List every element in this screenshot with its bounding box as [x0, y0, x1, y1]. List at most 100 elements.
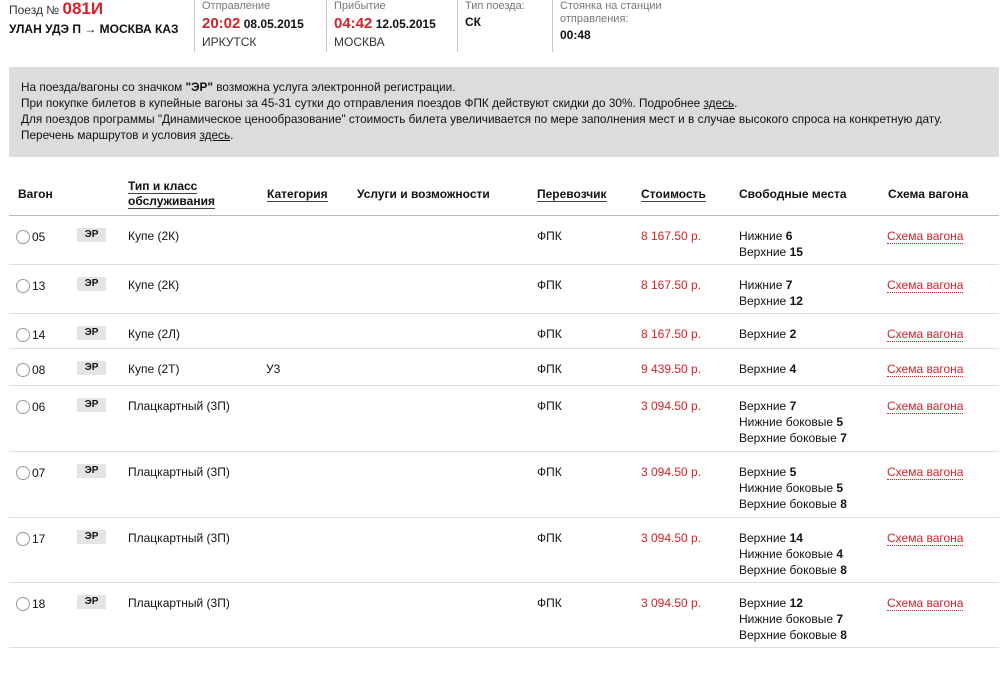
car-number: 07: [32, 466, 46, 480]
seat-line: Верхние 7: [739, 399, 797, 413]
car-scheme-link[interactable]: Схема вагона: [887, 399, 964, 414]
car-type: Купе (2К): [128, 229, 180, 243]
arrival-label: Прибытие: [334, 0, 386, 12]
train-info: Поезд № 081И УЛАН УДЭ П → МОСКВА КАЗ: [9, 0, 189, 52]
info-line-discount: При покупке билетов в купейные вагоны за…: [21, 96, 738, 110]
train-type-label: Тип поезда:: [465, 0, 525, 12]
car-scheme-cell: Схема вагона: [887, 595, 964, 611]
car-scheme-link[interactable]: Схема вагона: [887, 278, 964, 293]
info-line-er: На поезда/вагоны со значком "ЭР" возможн…: [21, 80, 456, 94]
free-seats: Верхние 4: [739, 361, 796, 377]
er-badge: ЭР: [77, 464, 106, 478]
table-row[interactable]: 08 ЭР Купе (2Т) У3 ФПК 9 439.50 р. Верхние 4 Сх…: [9, 349, 999, 386]
car-carrier: ФПК: [537, 531, 562, 545]
car-select-radio[interactable]: [16, 230, 30, 244]
car-number: 18: [32, 597, 46, 611]
seat-line: Нижние боковые 5: [739, 415, 844, 429]
car-number: 06: [32, 400, 46, 414]
car-scheme-cell: Схема вагона: [887, 277, 964, 293]
car-scheme-cell: Схема вагона: [887, 361, 964, 377]
car-carrier: ФПК: [537, 596, 562, 610]
er-badge: ЭР: [77, 595, 106, 609]
er-badge: ЭР: [77, 277, 106, 291]
car-carrier: ФПК: [537, 278, 562, 292]
car-price: 8 167.50 р.: [641, 327, 702, 341]
stop-info: Стоянка на станции отправления: 00:48: [552, 0, 682, 52]
train-number: 081И: [62, 0, 104, 18]
car-scheme-link[interactable]: Схема вагона: [887, 465, 964, 480]
col-services: Услуги и возможности: [357, 187, 490, 201]
departure-city: ИРКУТСК: [202, 35, 257, 49]
car-price: 3 094.50 р.: [641, 531, 702, 545]
seat-line: Нижние 7: [739, 278, 793, 292]
seat-line: Нижние боковые 5: [739, 481, 844, 495]
car-type: Плацкартный (3П): [128, 465, 230, 479]
col-type[interactable]: Тип и класс обслуживания: [128, 179, 215, 209]
table-row[interactable]: 17 ЭР Плацкартный (3П) ФПК 3 094.50 р. Верхни…: [9, 518, 999, 583]
car-number: 17: [32, 532, 46, 546]
departure-info: Отправление 20:02 08.05.2015 ИРКУТСК: [194, 0, 320, 52]
train-header: Поезд № 081И УЛАН УДЭ П → МОСКВА КАЗ Отп…: [0, 0, 1008, 56]
car-scheme-cell: Схема вагона: [887, 228, 964, 244]
seat-line: Верхние 2: [739, 327, 797, 341]
car-price: 3 094.50 р.: [641, 596, 702, 610]
free-seats: Верхние 7 Нижние боковые 5 Верхние боковые…: [739, 398, 847, 446]
car-scheme-link[interactable]: Схема вагона: [887, 229, 964, 244]
seat-line: Верхние 12: [739, 294, 803, 308]
col-price[interactable]: Стоимость: [641, 187, 706, 202]
table-row[interactable]: 13 ЭР Купе (2К) ФПК 8 167.50 р. Нижние 7 Верхн…: [9, 265, 999, 314]
info-line-routes: Перечень маршрутов и условия здесь.: [21, 128, 234, 142]
arrival-city: МОСКВА: [334, 35, 385, 49]
table-row[interactable]: 07 ЭР Плацкартный (3П) ФПК 3 094.50 р. Верхни…: [9, 452, 999, 518]
car-type: Купе (2Т): [128, 362, 180, 376]
car-select-radio[interactable]: [16, 279, 30, 293]
er-badge: ЭР: [77, 326, 106, 340]
cars-table: Вагон Тип и класс обслуживания Категория…: [9, 168, 999, 648]
free-seats: Верхние 12 Нижние боковые 7 Верхние боковы…: [739, 595, 847, 643]
routes-conditions-link[interactable]: здесь: [199, 128, 230, 142]
col-carrier[interactable]: Перевозчик: [537, 187, 607, 202]
car-select-radio[interactable]: [16, 328, 30, 342]
car-scheme-link[interactable]: Схема вагона: [887, 362, 964, 377]
free-seats: Нижние 7 Верхние 12: [739, 277, 803, 309]
car-select-radio[interactable]: [16, 597, 30, 611]
car-scheme-link[interactable]: Схема вагона: [887, 327, 964, 342]
car-scheme-link[interactable]: Схема вагона: [887, 531, 964, 546]
departure-date: 08.05.2015: [243, 17, 304, 31]
departure-time: 20:02: [202, 15, 241, 32]
er-badge: ЭР: [77, 228, 106, 242]
table-row[interactable]: 06 ЭР Плацкартный (3П) ФПК 3 094.50 р. Верхни…: [9, 386, 999, 452]
seat-line: Верхние боковые 8: [739, 563, 847, 577]
car-price: 3 094.50 р.: [641, 465, 702, 479]
discount-details-link[interactable]: здесь: [704, 96, 735, 110]
car-number: 08: [32, 363, 46, 377]
car-type: Плацкартный (3П): [128, 399, 230, 413]
table-row[interactable]: 05 ЭР Купе (2К) ФПК 8 167.50 р. Нижние 6 Верхн…: [9, 216, 999, 265]
car-select-radio[interactable]: [16, 466, 30, 480]
table-row[interactable]: 14 ЭР Купе (2Л) ФПК 8 167.50 р. Верхние 2 Схем…: [9, 314, 999, 349]
car-carrier: ФПК: [537, 465, 562, 479]
car-number: 05: [32, 230, 46, 244]
car-number: 13: [32, 279, 46, 293]
free-seats: Верхние 14 Нижние боковые 4 Верхние боковы…: [739, 530, 847, 578]
table-row[interactable]: 18 ЭР Плацкартный (3П) ФПК 3 094.50 р. Верхни…: [9, 583, 999, 648]
departure-label: Отправление: [202, 0, 271, 12]
arrival-time: 04:42: [334, 15, 373, 32]
car-price: 8 167.50 р.: [641, 229, 702, 243]
seat-line: Верхние боковые 7: [739, 431, 847, 445]
car-price: 3 094.50 р.: [641, 399, 702, 413]
car-select-radio[interactable]: [16, 363, 30, 377]
stop-label: Стоянка на станции отправления:: [560, 0, 662, 25]
car-scheme-link[interactable]: Схема вагона: [887, 596, 964, 611]
table-header: Вагон Тип и класс обслуживания Категория…: [9, 168, 999, 216]
train-route: УЛАН УДЭ П → МОСКВА КАЗ: [9, 22, 179, 36]
car-select-radio[interactable]: [16, 532, 30, 546]
arrival-date: 12.05.2015: [375, 17, 436, 31]
car-type: Купе (2К): [128, 278, 180, 292]
seat-line: Верхние 4: [739, 362, 797, 376]
car-select-radio[interactable]: [16, 400, 30, 414]
col-category[interactable]: Категория: [267, 187, 328, 202]
seat-line: Нижние боковые 7: [739, 612, 844, 626]
seat-line: Нижние боковые 4: [739, 547, 844, 561]
seat-line: Верхние 14: [739, 531, 803, 545]
